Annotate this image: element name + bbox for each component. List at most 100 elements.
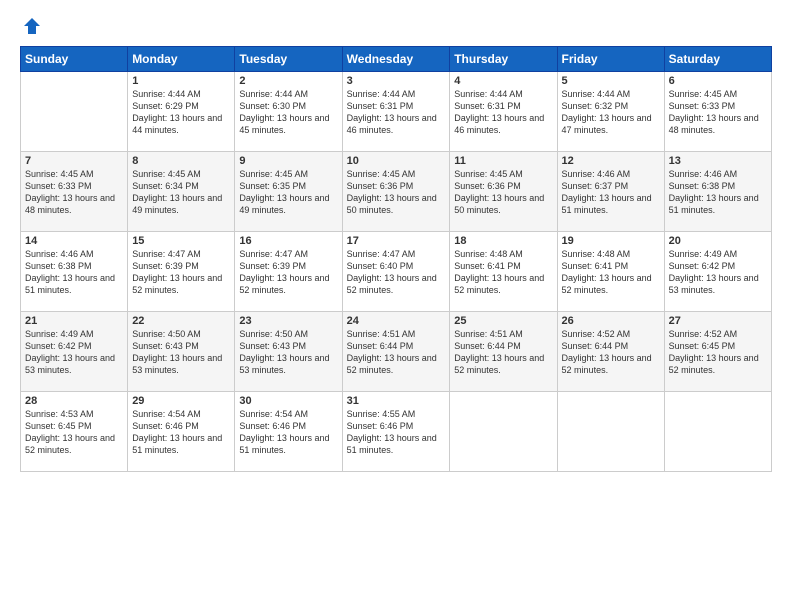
calendar-cell: 9Sunrise: 4:45 AMSunset: 6:35 PMDaylight… (235, 152, 342, 232)
cell-info: Sunrise: 4:51 AMSunset: 6:44 PMDaylight:… (454, 328, 552, 377)
cell-info: Sunrise: 4:46 AMSunset: 6:37 PMDaylight:… (562, 168, 660, 217)
cell-info: Sunrise: 4:44 AMSunset: 6:31 PMDaylight:… (347, 88, 446, 137)
calendar: SundayMondayTuesdayWednesdayThursdayFrid… (20, 46, 772, 472)
day-number: 13 (669, 155, 767, 167)
day-number: 31 (347, 395, 446, 407)
day-header: Sunday (21, 47, 128, 72)
day-number: 7 (25, 155, 123, 167)
calendar-week-row: 1Sunrise: 4:44 AMSunset: 6:29 PMDaylight… (21, 72, 772, 152)
cell-info: Sunrise: 4:52 AMSunset: 6:44 PMDaylight:… (562, 328, 660, 377)
day-number: 17 (347, 235, 446, 247)
day-number: 15 (132, 235, 230, 247)
day-header: Saturday (664, 47, 771, 72)
calendar-cell: 19Sunrise: 4:48 AMSunset: 6:41 PMDayligh… (557, 232, 664, 312)
calendar-cell: 26Sunrise: 4:52 AMSunset: 6:44 PMDayligh… (557, 312, 664, 392)
calendar-cell: 16Sunrise: 4:47 AMSunset: 6:39 PMDayligh… (235, 232, 342, 312)
calendar-cell: 24Sunrise: 4:51 AMSunset: 6:44 PMDayligh… (342, 312, 450, 392)
calendar-cell: 6Sunrise: 4:45 AMSunset: 6:33 PMDaylight… (664, 72, 771, 152)
calendar-week-row: 14Sunrise: 4:46 AMSunset: 6:38 PMDayligh… (21, 232, 772, 312)
day-header: Thursday (450, 47, 557, 72)
day-header: Wednesday (342, 47, 450, 72)
calendar-cell: 1Sunrise: 4:44 AMSunset: 6:29 PMDaylight… (128, 72, 235, 152)
day-number: 14 (25, 235, 123, 247)
cell-info: Sunrise: 4:54 AMSunset: 6:46 PMDaylight:… (132, 408, 230, 457)
calendar-week-row: 7Sunrise: 4:45 AMSunset: 6:33 PMDaylight… (21, 152, 772, 232)
calendar-cell: 7Sunrise: 4:45 AMSunset: 6:33 PMDaylight… (21, 152, 128, 232)
calendar-cell: 2Sunrise: 4:44 AMSunset: 6:30 PMDaylight… (235, 72, 342, 152)
cell-info: Sunrise: 4:50 AMSunset: 6:43 PMDaylight:… (132, 328, 230, 377)
day-number: 16 (239, 235, 337, 247)
calendar-cell: 23Sunrise: 4:50 AMSunset: 6:43 PMDayligh… (235, 312, 342, 392)
day-number: 10 (347, 155, 446, 167)
day-number: 2 (239, 75, 337, 87)
day-number: 12 (562, 155, 660, 167)
calendar-cell (664, 392, 771, 472)
cell-info: Sunrise: 4:51 AMSunset: 6:44 PMDaylight:… (347, 328, 446, 377)
day-number: 4 (454, 75, 552, 87)
day-number: 5 (562, 75, 660, 87)
day-header: Monday (128, 47, 235, 72)
day-number: 20 (669, 235, 767, 247)
cell-info: Sunrise: 4:45 AMSunset: 6:33 PMDaylight:… (669, 88, 767, 137)
day-number: 6 (669, 75, 767, 87)
logo-icon (22, 16, 42, 36)
calendar-cell: 22Sunrise: 4:50 AMSunset: 6:43 PMDayligh… (128, 312, 235, 392)
calendar-cell (557, 392, 664, 472)
header (20, 16, 772, 36)
day-number: 8 (132, 155, 230, 167)
calendar-cell: 30Sunrise: 4:54 AMSunset: 6:46 PMDayligh… (235, 392, 342, 472)
day-number: 23 (239, 315, 337, 327)
cell-info: Sunrise: 4:48 AMSunset: 6:41 PMDaylight:… (454, 248, 552, 297)
cell-info: Sunrise: 4:55 AMSunset: 6:46 PMDaylight:… (347, 408, 446, 457)
calendar-cell: 8Sunrise: 4:45 AMSunset: 6:34 PMDaylight… (128, 152, 235, 232)
calendar-cell: 27Sunrise: 4:52 AMSunset: 6:45 PMDayligh… (664, 312, 771, 392)
day-number: 29 (132, 395, 230, 407)
calendar-cell: 28Sunrise: 4:53 AMSunset: 6:45 PMDayligh… (21, 392, 128, 472)
calendar-cell: 11Sunrise: 4:45 AMSunset: 6:36 PMDayligh… (450, 152, 557, 232)
calendar-cell: 18Sunrise: 4:48 AMSunset: 6:41 PMDayligh… (450, 232, 557, 312)
cell-info: Sunrise: 4:45 AMSunset: 6:35 PMDaylight:… (239, 168, 337, 217)
cell-info: Sunrise: 4:44 AMSunset: 6:31 PMDaylight:… (454, 88, 552, 137)
cell-info: Sunrise: 4:52 AMSunset: 6:45 PMDaylight:… (669, 328, 767, 377)
calendar-cell: 10Sunrise: 4:45 AMSunset: 6:36 PMDayligh… (342, 152, 450, 232)
calendar-cell (21, 72, 128, 152)
cell-info: Sunrise: 4:45 AMSunset: 6:36 PMDaylight:… (454, 168, 552, 217)
calendar-cell: 20Sunrise: 4:49 AMSunset: 6:42 PMDayligh… (664, 232, 771, 312)
day-header: Tuesday (235, 47, 342, 72)
cell-info: Sunrise: 4:47 AMSunset: 6:39 PMDaylight:… (132, 248, 230, 297)
day-number: 21 (25, 315, 123, 327)
calendar-cell: 29Sunrise: 4:54 AMSunset: 6:46 PMDayligh… (128, 392, 235, 472)
day-number: 28 (25, 395, 123, 407)
day-number: 24 (347, 315, 446, 327)
calendar-cell: 25Sunrise: 4:51 AMSunset: 6:44 PMDayligh… (450, 312, 557, 392)
calendar-cell (450, 392, 557, 472)
day-number: 25 (454, 315, 552, 327)
cell-info: Sunrise: 4:44 AMSunset: 6:30 PMDaylight:… (239, 88, 337, 137)
cell-info: Sunrise: 4:49 AMSunset: 6:42 PMDaylight:… (669, 248, 767, 297)
day-number: 22 (132, 315, 230, 327)
calendar-week-row: 28Sunrise: 4:53 AMSunset: 6:45 PMDayligh… (21, 392, 772, 472)
calendar-cell: 12Sunrise: 4:46 AMSunset: 6:37 PMDayligh… (557, 152, 664, 232)
day-number: 30 (239, 395, 337, 407)
calendar-header-row: SundayMondayTuesdayWednesdayThursdayFrid… (21, 47, 772, 72)
cell-info: Sunrise: 4:45 AMSunset: 6:33 PMDaylight:… (25, 168, 123, 217)
calendar-week-row: 21Sunrise: 4:49 AMSunset: 6:42 PMDayligh… (21, 312, 772, 392)
calendar-cell: 31Sunrise: 4:55 AMSunset: 6:46 PMDayligh… (342, 392, 450, 472)
calendar-cell: 4Sunrise: 4:44 AMSunset: 6:31 PMDaylight… (450, 72, 557, 152)
day-number: 27 (669, 315, 767, 327)
cell-info: Sunrise: 4:50 AMSunset: 6:43 PMDaylight:… (239, 328, 337, 377)
cell-info: Sunrise: 4:53 AMSunset: 6:45 PMDaylight:… (25, 408, 123, 457)
page: SundayMondayTuesdayWednesdayThursdayFrid… (0, 0, 792, 612)
cell-info: Sunrise: 4:48 AMSunset: 6:41 PMDaylight:… (562, 248, 660, 297)
day-number: 1 (132, 75, 230, 87)
day-number: 11 (454, 155, 552, 167)
day-number: 26 (562, 315, 660, 327)
cell-info: Sunrise: 4:49 AMSunset: 6:42 PMDaylight:… (25, 328, 123, 377)
day-header: Friday (557, 47, 664, 72)
calendar-cell: 13Sunrise: 4:46 AMSunset: 6:38 PMDayligh… (664, 152, 771, 232)
calendar-cell: 17Sunrise: 4:47 AMSunset: 6:40 PMDayligh… (342, 232, 450, 312)
calendar-cell: 5Sunrise: 4:44 AMSunset: 6:32 PMDaylight… (557, 72, 664, 152)
calendar-cell: 3Sunrise: 4:44 AMSunset: 6:31 PMDaylight… (342, 72, 450, 152)
cell-info: Sunrise: 4:46 AMSunset: 6:38 PMDaylight:… (25, 248, 123, 297)
calendar-cell: 14Sunrise: 4:46 AMSunset: 6:38 PMDayligh… (21, 232, 128, 312)
